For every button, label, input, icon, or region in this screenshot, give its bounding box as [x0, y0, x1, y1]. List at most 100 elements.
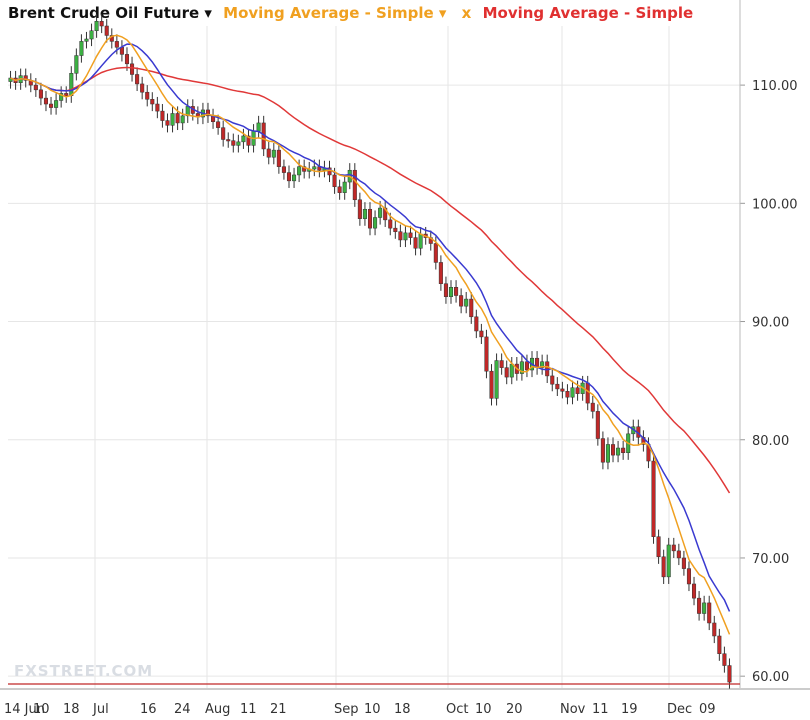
candle-up — [180, 115, 185, 124]
candle-down — [332, 174, 337, 188]
x-tick-label: 16 — [140, 702, 157, 717]
candle-down — [686, 568, 691, 585]
candle-up — [373, 217, 378, 229]
candle-up — [292, 174, 297, 182]
x-tick-label: 10 — [364, 702, 381, 717]
candle-down — [575, 387, 580, 394]
candle-down — [595, 411, 600, 439]
candle-down — [474, 316, 479, 332]
candle-down — [226, 139, 231, 142]
candle-up — [94, 21, 99, 31]
candle-down — [712, 622, 717, 637]
candle-down — [661, 556, 666, 578]
candle-down — [130, 63, 135, 75]
candle-down — [469, 298, 474, 318]
x-tick-label: Sep — [334, 702, 359, 717]
x-tick-label: 10 — [33, 702, 50, 717]
candle-up — [241, 135, 246, 143]
candle-down — [357, 199, 362, 219]
candle-down — [221, 127, 226, 140]
candle-down — [64, 93, 69, 96]
candle-down — [216, 121, 221, 128]
x-tick-label: 18 — [394, 702, 411, 717]
candle-up — [69, 73, 74, 96]
x-tick-label: Aug — [205, 702, 230, 717]
candle-up — [666, 544, 671, 578]
candle-down — [38, 89, 43, 99]
candle-down — [717, 635, 722, 654]
candle-down — [585, 382, 590, 404]
candle-down — [99, 21, 104, 27]
candle-down — [499, 360, 504, 368]
chart-root: Brent Crude Oil Future ▾ Moving Average … — [0, 0, 810, 720]
candle-down — [49, 103, 54, 108]
candle-down — [114, 41, 119, 48]
candle-down — [104, 25, 109, 36]
candle-down — [671, 544, 676, 552]
candle-down — [155, 103, 160, 112]
candle-down — [550, 375, 555, 385]
candle-up — [378, 207, 383, 218]
candle-down — [337, 186, 342, 193]
candle-down — [33, 84, 38, 91]
candle-up — [79, 41, 84, 56]
candle-up — [271, 149, 276, 158]
candle-up — [342, 181, 347, 193]
candle-down — [707, 602, 712, 624]
candle-down — [398, 231, 403, 241]
candle-up — [494, 360, 499, 399]
candle-down — [621, 447, 626, 454]
candle-up — [170, 113, 175, 126]
candle-down — [600, 438, 605, 463]
y-tick-label: 80.00 — [752, 434, 789, 449]
x-tick-label: Oct — [446, 702, 468, 717]
x-tick-label: 11 — [240, 702, 257, 717]
candle-down — [459, 295, 464, 307]
x-tick-label: 18 — [63, 702, 80, 717]
candle-down — [413, 237, 418, 249]
candle-up — [297, 166, 302, 176]
candle-up — [464, 298, 469, 307]
candle-up — [509, 363, 514, 378]
candle-down — [408, 232, 413, 238]
candle-up — [54, 100, 59, 108]
candle-up — [448, 287, 454, 297]
x-tick-label: Jul — [92, 702, 109, 717]
candle-down — [140, 83, 145, 93]
candle-up — [84, 38, 89, 42]
x-tick-label: Dec — [667, 702, 692, 717]
candle-up — [236, 141, 241, 146]
candle-down — [722, 653, 727, 666]
candle-down — [560, 388, 565, 392]
y-tick-label: 90.00 — [752, 316, 789, 331]
candle-down — [727, 665, 732, 683]
candle-down — [479, 330, 484, 338]
candle-down — [438, 262, 443, 284]
candle-down — [524, 361, 529, 371]
candle-down — [443, 283, 448, 297]
x-tick-label: 19 — [621, 702, 638, 717]
candle-down — [231, 140, 236, 146]
candle-down — [555, 383, 560, 390]
x-tick-label: 24 — [174, 702, 191, 717]
candle-down — [281, 166, 286, 173]
candle-down — [150, 99, 155, 105]
candle-up — [312, 166, 317, 170]
candle-down — [656, 536, 661, 558]
candle-down — [266, 148, 271, 158]
fxstreet-watermark: FXSTREET.COM — [14, 662, 154, 680]
candle-down — [489, 370, 494, 399]
candle-down — [590, 402, 595, 412]
candle-down — [454, 287, 459, 296]
candle-up — [403, 232, 408, 241]
x-tick-label: 09 — [699, 702, 716, 717]
candle-down — [681, 557, 686, 569]
candle-down — [676, 550, 681, 559]
candle-up — [605, 444, 610, 463]
candle-down — [565, 391, 570, 398]
y-tick-label: 60.00 — [752, 670, 789, 685]
candle-up — [362, 208, 367, 219]
candle-down — [43, 97, 48, 105]
candle-down — [175, 113, 180, 124]
plot-area — [8, 26, 740, 688]
